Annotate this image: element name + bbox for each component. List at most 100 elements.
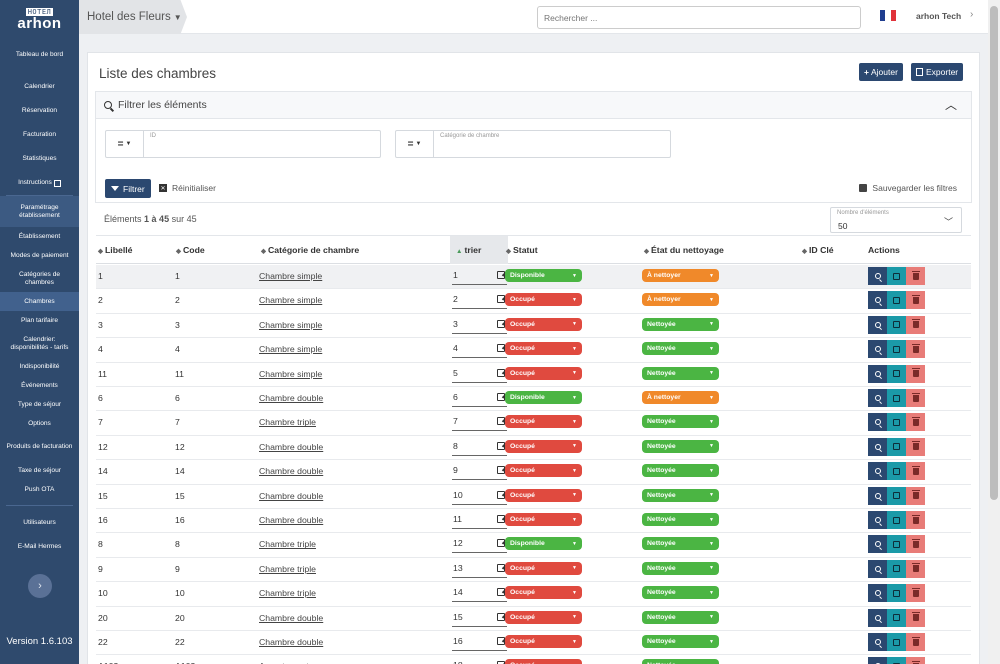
view-button[interactable] xyxy=(868,657,887,664)
sort-order-input[interactable]: 10 xyxy=(452,488,507,505)
delete-button[interactable] xyxy=(906,511,925,529)
sidebar-item-plan-tarifaire[interactable]: Plan tarifaire xyxy=(0,311,79,330)
status-select[interactable]: Occupé▼ xyxy=(505,561,582,575)
sort-order-input[interactable]: 16 xyxy=(452,634,507,651)
sidebar-item-instructions[interactable]: Instructions xyxy=(0,171,79,195)
view-button[interactable] xyxy=(868,413,887,432)
view-button[interactable] xyxy=(868,340,887,359)
view-button[interactable] xyxy=(868,559,887,578)
sidebar-item-indisponibilité[interactable]: Indisponibilité xyxy=(0,357,79,376)
view-button[interactable] xyxy=(868,535,887,554)
table-row[interactable]: 12 12 Chambre double 8 Occupé ▼ Nettoyée ▼ xyxy=(96,436,971,461)
sort-order-input[interactable]: 8 xyxy=(452,439,507,456)
cleaning-select[interactable]: Nettoyée ▼ xyxy=(642,342,719,356)
status-select[interactable]: Disponible ▼ xyxy=(505,269,582,282)
table-row[interactable]: 15 15 Chambre double 10 Occupé ▼ Nettoyée ▼ xyxy=(96,485,971,509)
edit-button[interactable] xyxy=(887,340,906,359)
category-link[interactable]: Chambre triple xyxy=(259,417,316,427)
category-link[interactable]: Chambre simple xyxy=(259,369,322,379)
cleaning-select[interactable]: Nettoyée ▼ xyxy=(642,366,719,380)
sidebar-item-catégories-de-chambres[interactable]: Catégories de chambres xyxy=(0,265,79,292)
view-button[interactable] xyxy=(868,608,887,627)
table-row[interactable]: 4 4 Chambre simple 4 Occupé ▼ Nettoyée ▼ xyxy=(96,338,971,363)
sidebar-item-taxe-de-séjour[interactable]: Taxe de séjour xyxy=(0,461,79,480)
sidebar-item-établissement[interactable]: Établissement xyxy=(0,227,79,246)
edit-button[interactable] xyxy=(887,267,906,285)
edit-button[interactable] xyxy=(887,559,906,578)
sort-order-input[interactable]: 5 xyxy=(452,366,507,383)
category-link[interactable]: Chambre double xyxy=(259,613,323,623)
edit-button[interactable] xyxy=(887,389,906,407)
sort-order-input[interactable]: 18 xyxy=(452,658,507,664)
status-select[interactable]: Disponible ▼ xyxy=(505,391,582,404)
status-select[interactable]: Occupé▼ xyxy=(505,659,582,664)
sort-order-input[interactable]: 11 xyxy=(452,512,507,529)
per-page-select[interactable]: Nombre d'éléments 50 ﹀ xyxy=(830,207,962,233)
chevron-right-icon[interactable]: › xyxy=(970,9,973,20)
delete-button[interactable] xyxy=(906,389,925,407)
sidebar-item-réservation[interactable]: Réservation xyxy=(0,99,79,123)
view-button[interactable] xyxy=(868,486,887,505)
sidebar-item-facturation[interactable]: Facturation xyxy=(0,123,79,147)
filter-panel-header[interactable]: Filtrer les éléments ︿ xyxy=(96,92,971,119)
table-row[interactable]: 22 22 Chambre double 16 Occupé ▼ Nettoyée ▼ xyxy=(96,631,971,656)
delete-button[interactable] xyxy=(906,633,925,651)
cleaning-select[interactable]: À nettoyer ▼ xyxy=(642,293,719,307)
status-select[interactable]: Disponible ▼ xyxy=(505,537,582,551)
cleaning-select[interactable]: Nettoyée ▼ xyxy=(642,635,719,648)
table-row[interactable]: 10 10 Chambre triple 14 Occupé ▼ Nettoyée ▼ xyxy=(96,582,971,607)
sidebar-item-produits-de-facturation[interactable]: Produits de facturation xyxy=(0,433,79,461)
cleaning-select[interactable]: Nettoyée ▼ xyxy=(642,439,719,453)
column-code[interactable]: ◆ Code xyxy=(176,245,205,255)
delete-button[interactable] xyxy=(906,291,925,310)
id-filter-field[interactable]: = ▼ ID xyxy=(105,130,381,158)
sidebar-item-type-de-séjour[interactable]: Type de séjour xyxy=(0,395,79,414)
table-row[interactable]: 20 20 Chambre double 15 Occupé ▼ Nettoyée ▼ xyxy=(96,607,971,631)
sidebar-section-parametrage[interactable]: Paramétrage établissement xyxy=(0,196,79,227)
delete-button[interactable] xyxy=(906,535,925,554)
category-link[interactable]: Chambre simple xyxy=(259,344,322,354)
column-nettoyage[interactable]: ◆ État du nettoyage xyxy=(644,245,724,255)
column-trier[interactable]: ▲ trier xyxy=(456,245,481,255)
column-idcle[interactable]: ◆ ID Clé xyxy=(802,245,834,255)
cleaning-select[interactable]: Nettoyée ▼ xyxy=(642,415,719,429)
table-row[interactable]: 6 6 Chambre double 6 Disponible ▼ À nettoyer ▼ xyxy=(96,387,971,412)
column-statut[interactable]: ◆ Statut xyxy=(506,245,538,255)
view-button[interactable] xyxy=(868,267,887,285)
column-libelle[interactable]: ◆ Libellé xyxy=(98,245,133,255)
delete-button[interactable] xyxy=(906,413,925,432)
sidebar-item-événements[interactable]: Événements xyxy=(0,376,79,395)
language-flag-icon[interactable] xyxy=(880,10,896,21)
sidebar-item-calendrier[interactable]: Calendrier xyxy=(0,75,79,99)
chevron-up-icon[interactable]: ︿ xyxy=(945,96,957,113)
view-button[interactable] xyxy=(868,364,887,383)
cleaning-select[interactable]: Nettoyée ▼ xyxy=(642,464,719,478)
edit-button[interactable] xyxy=(887,535,906,554)
status-select[interactable]: Occupé▼ xyxy=(505,513,582,526)
status-select[interactable]: Occupé▼ xyxy=(505,415,582,429)
cleaning-select[interactable]: Nettoyée ▼ xyxy=(642,610,719,624)
filter-button[interactable]: Filtrer xyxy=(105,179,151,198)
edit-button[interactable] xyxy=(887,584,906,603)
view-button[interactable] xyxy=(868,462,887,481)
category-link[interactable]: Chambre double xyxy=(259,515,323,525)
status-select[interactable]: Occupé▼ xyxy=(505,488,582,502)
edit-button[interactable] xyxy=(887,462,906,481)
status-select[interactable]: Occupé▼ xyxy=(505,439,582,453)
expand-sidebar-button[interactable]: › xyxy=(28,574,52,598)
sort-order-input[interactable]: 3 xyxy=(452,317,507,334)
status-select[interactable]: Occupé▼ xyxy=(505,610,582,624)
view-button[interactable] xyxy=(868,584,887,603)
table-row[interactable]: 8 8 Chambre triple 12 Disponible ▼ Nettoyée ▼ xyxy=(96,533,971,558)
sort-order-input[interactable]: 7 xyxy=(452,414,507,432)
scrollbar-thumb[interactable] xyxy=(990,6,998,500)
sort-order-input[interactable]: 15 xyxy=(452,610,507,627)
status-select[interactable]: Occupé▼ xyxy=(505,293,582,307)
delete-button[interactable] xyxy=(906,340,925,359)
category-link[interactable]: Chambre triple xyxy=(259,539,316,549)
view-button[interactable] xyxy=(868,511,887,529)
delete-button[interactable] xyxy=(906,364,925,383)
status-select[interactable]: Occupé▼ xyxy=(505,464,582,478)
sort-order-input[interactable]: 12 xyxy=(452,536,507,554)
table-row[interactable]: 7 7 Chambre triple 7 Occupé ▼ Nettoyée ▼ xyxy=(96,411,971,436)
